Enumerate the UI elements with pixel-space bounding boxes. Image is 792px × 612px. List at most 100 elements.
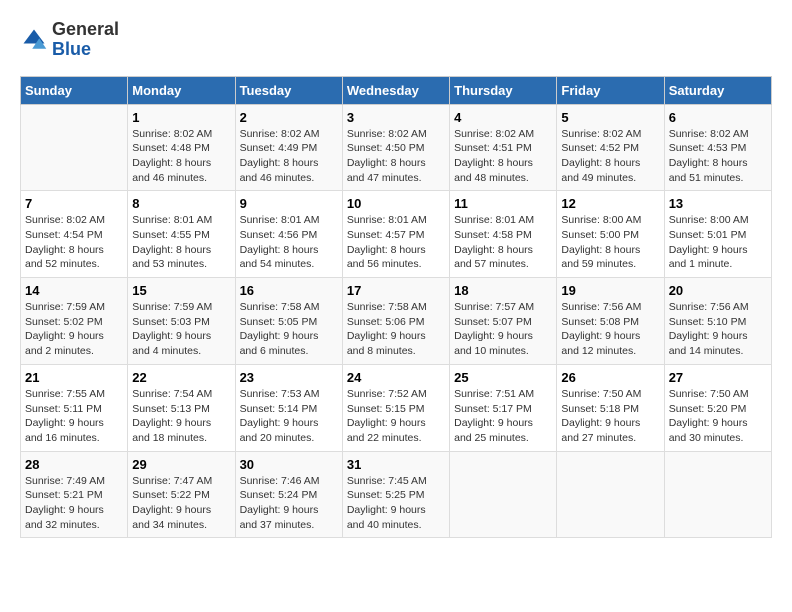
day-info: Sunrise: 8:01 AMSunset: 4:55 PMDaylight:… — [132, 213, 230, 272]
calendar-cell: 23 Sunrise: 7:53 AMSunset: 5:14 PMDayligh… — [235, 364, 342, 451]
day-number: 29 — [132, 457, 230, 472]
calendar-cell: 27 Sunrise: 7:50 AMSunset: 5:20 PMDayligh… — [664, 364, 771, 451]
calendar-cell: 12 Sunrise: 8:00 AMSunset: 5:00 PMDayligh… — [557, 191, 664, 278]
day-number: 8 — [132, 196, 230, 211]
day-info: Sunrise: 7:49 AMSunset: 5:21 PMDaylight:… — [25, 474, 123, 533]
day-info: Sunrise: 7:59 AMSunset: 5:03 PMDaylight:… — [132, 300, 230, 359]
day-info: Sunrise: 7:56 AMSunset: 5:08 PMDaylight:… — [561, 300, 659, 359]
calendar-week-4: 21 Sunrise: 7:55 AMSunset: 5:11 PMDayligh… — [21, 364, 772, 451]
day-number: 16 — [240, 283, 338, 298]
calendar-cell — [557, 451, 664, 538]
day-info: Sunrise: 7:58 AMSunset: 5:06 PMDaylight:… — [347, 300, 445, 359]
calendar-cell: 31 Sunrise: 7:45 AMSunset: 5:25 PMDayligh… — [342, 451, 449, 538]
day-number: 21 — [25, 370, 123, 385]
calendar-cell: 6 Sunrise: 8:02 AMSunset: 4:53 PMDaylight… — [664, 104, 771, 191]
day-number: 3 — [347, 110, 445, 125]
day-number: 25 — [454, 370, 552, 385]
day-info: Sunrise: 8:01 AMSunset: 4:56 PMDaylight:… — [240, 213, 338, 272]
day-number: 7 — [25, 196, 123, 211]
calendar-cell: 24Sunrise: 7:52 AMSunset: 5:15 PMDayligh… — [342, 364, 449, 451]
day-info: Sunrise: 8:02 AMSunset: 4:53 PMDaylight:… — [669, 127, 767, 186]
day-info: Sunrise: 7:51 AMSunset: 5:17 PMDaylight:… — [454, 387, 552, 446]
calendar-table: SundayMondayTuesdayWednesdayThursdayFrid… — [20, 76, 772, 539]
day-info: Sunrise: 8:02 AMSunset: 4:50 PMDaylight:… — [347, 127, 445, 186]
calendar-cell: 4 Sunrise: 8:02 AMSunset: 4:51 PMDaylight… — [450, 104, 557, 191]
calendar-week-2: 7 Sunrise: 8:02 AMSunset: 4:54 PMDaylight… — [21, 191, 772, 278]
calendar-cell: 3 Sunrise: 8:02 AMSunset: 4:50 PMDaylight… — [342, 104, 449, 191]
calendar-cell: 9 Sunrise: 8:01 AMSunset: 4:56 PMDaylight… — [235, 191, 342, 278]
day-number: 27 — [669, 370, 767, 385]
calendar-week-3: 14Sunrise: 7:59 AMSunset: 5:02 PMDayligh… — [21, 278, 772, 365]
day-number: 2 — [240, 110, 338, 125]
day-info: Sunrise: 7:54 AMSunset: 5:13 PMDaylight:… — [132, 387, 230, 446]
day-number: 28 — [25, 457, 123, 472]
logo-blue: Blue — [52, 39, 91, 59]
day-number: 13 — [669, 196, 767, 211]
calendar-cell — [450, 451, 557, 538]
day-number: 23 — [240, 370, 338, 385]
calendar-cell: 11 Sunrise: 8:01 AMSunset: 4:58 PMDayligh… — [450, 191, 557, 278]
calendar-cell: 20 Sunrise: 7:56 AMSunset: 5:10 PMDayligh… — [664, 278, 771, 365]
calendar-cell: 1 Sunrise: 8:02 AMSunset: 4:48 PMDaylight… — [128, 104, 235, 191]
calendar-cell: 5Sunrise: 8:02 AMSunset: 4:52 PMDaylight… — [557, 104, 664, 191]
day-number: 10 — [347, 196, 445, 211]
day-number: 30 — [240, 457, 338, 472]
day-header-tuesday: Tuesday — [235, 76, 342, 104]
calendar-cell: 22Sunrise: 7:54 AMSunset: 5:13 PMDayligh… — [128, 364, 235, 451]
day-number: 19 — [561, 283, 659, 298]
day-header-friday: Friday — [557, 76, 664, 104]
calendar-cell: 16Sunrise: 7:58 AMSunset: 5:05 PMDayligh… — [235, 278, 342, 365]
day-number: 20 — [669, 283, 767, 298]
day-header-sunday: Sunday — [21, 76, 128, 104]
day-info: Sunrise: 7:55 AMSunset: 5:11 PMDaylight:… — [25, 387, 123, 446]
calendar-week-5: 28 Sunrise: 7:49 AMSunset: 5:21 PMDayligh… — [21, 451, 772, 538]
calendar-cell: 2 Sunrise: 8:02 AMSunset: 4:49 PMDaylight… — [235, 104, 342, 191]
calendar-cell: 29Sunrise: 7:47 AMSunset: 5:22 PMDayligh… — [128, 451, 235, 538]
calendar-week-1: 1 Sunrise: 8:02 AMSunset: 4:48 PMDaylight… — [21, 104, 772, 191]
day-number: 12 — [561, 196, 659, 211]
day-header-wednesday: Wednesday — [342, 76, 449, 104]
calendar-cell — [21, 104, 128, 191]
calendar-cell: 17Sunrise: 7:58 AMSunset: 5:06 PMDayligh… — [342, 278, 449, 365]
calendar-cell: 19 Sunrise: 7:56 AMSunset: 5:08 PMDayligh… — [557, 278, 664, 365]
day-number: 4 — [454, 110, 552, 125]
calendar-cell: 13 Sunrise: 8:00 AMSunset: 5:01 PMDayligh… — [664, 191, 771, 278]
calendar-header: SundayMondayTuesdayWednesdayThursdayFrid… — [21, 76, 772, 104]
logo: General Blue — [20, 20, 119, 60]
day-info: Sunrise: 8:02 AMSunset: 4:51 PMDaylight:… — [454, 127, 552, 186]
day-number: 15 — [132, 283, 230, 298]
day-number: 6 — [669, 110, 767, 125]
day-info: Sunrise: 8:00 AMSunset: 5:00 PMDaylight:… — [561, 213, 659, 272]
calendar-cell: 10 Sunrise: 8:01 AMSunset: 4:57 PMDayligh… — [342, 191, 449, 278]
logo-general: General — [52, 19, 119, 39]
calendar-body: 1 Sunrise: 8:02 AMSunset: 4:48 PMDaylight… — [21, 104, 772, 538]
day-info: Sunrise: 7:45 AMSunset: 5:25 PMDaylight:… — [347, 474, 445, 533]
day-number: 18 — [454, 283, 552, 298]
day-info: Sunrise: 8:00 AMSunset: 5:01 PMDaylight:… — [669, 213, 767, 272]
day-info: Sunrise: 8:01 AMSunset: 4:57 PMDaylight:… — [347, 213, 445, 272]
calendar-cell: 18Sunrise: 7:57 AMSunset: 5:07 PMDayligh… — [450, 278, 557, 365]
day-number: 1 — [132, 110, 230, 125]
calendar-cell: 30Sunrise: 7:46 AMSunset: 5:24 PMDayligh… — [235, 451, 342, 538]
day-info: Sunrise: 7:56 AMSunset: 5:10 PMDaylight:… — [669, 300, 767, 359]
day-number: 11 — [454, 196, 552, 211]
calendar-cell: 25 Sunrise: 7:51 AMSunset: 5:17 PMDayligh… — [450, 364, 557, 451]
calendar-cell: 15 Sunrise: 7:59 AMSunset: 5:03 PMDayligh… — [128, 278, 235, 365]
day-info: Sunrise: 8:02 AMSunset: 4:49 PMDaylight:… — [240, 127, 338, 186]
day-info: Sunrise: 8:02 AMSunset: 4:54 PMDaylight:… — [25, 213, 123, 272]
day-info: Sunrise: 8:02 AMSunset: 4:48 PMDaylight:… — [132, 127, 230, 186]
day-number: 9 — [240, 196, 338, 211]
day-number: 31 — [347, 457, 445, 472]
calendar-cell: 7 Sunrise: 8:02 AMSunset: 4:54 PMDaylight… — [21, 191, 128, 278]
logo-icon — [20, 26, 48, 54]
day-info: Sunrise: 8:02 AMSunset: 4:52 PMDaylight:… — [561, 127, 659, 186]
day-info: Sunrise: 8:01 AMSunset: 4:58 PMDaylight:… — [454, 213, 552, 272]
day-number: 26 — [561, 370, 659, 385]
calendar-cell: 21 Sunrise: 7:55 AMSunset: 5:11 PMDayligh… — [21, 364, 128, 451]
day-info: Sunrise: 7:53 AMSunset: 5:14 PMDaylight:… — [240, 387, 338, 446]
day-info: Sunrise: 7:50 AMSunset: 5:18 PMDaylight:… — [561, 387, 659, 446]
page-header: General Blue — [20, 20, 772, 60]
logo-text: General Blue — [52, 20, 119, 60]
day-info: Sunrise: 7:50 AMSunset: 5:20 PMDaylight:… — [669, 387, 767, 446]
calendar-cell: 28 Sunrise: 7:49 AMSunset: 5:21 PMDayligh… — [21, 451, 128, 538]
